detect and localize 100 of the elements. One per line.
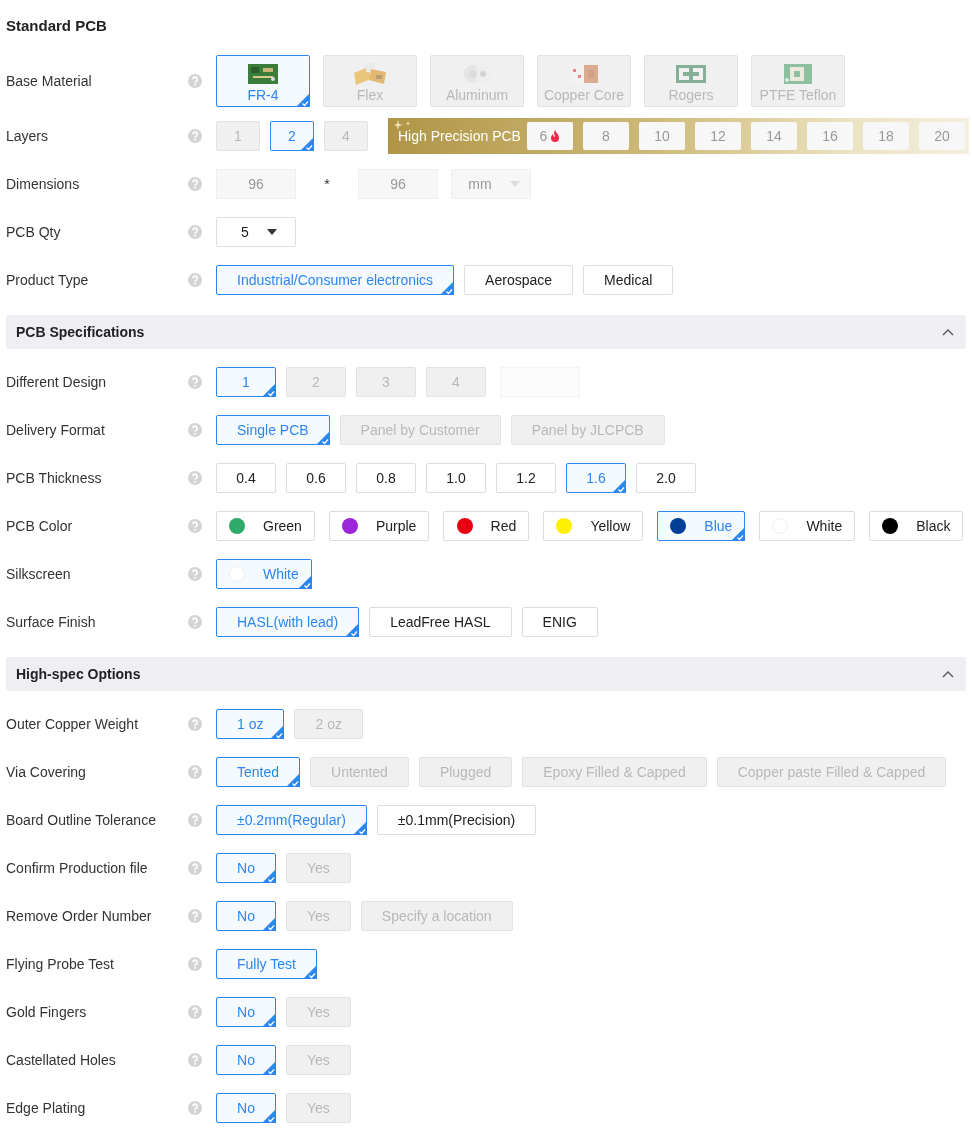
field-label: Surface Finish xyxy=(6,614,97,630)
option-button[interactable]: Single PCB xyxy=(216,415,330,445)
check-corner-icon xyxy=(612,479,626,493)
field-label: Layers xyxy=(6,128,50,144)
check-corner-icon xyxy=(262,869,276,883)
field-label: Via Covering xyxy=(6,764,87,780)
section-title: High-spec Options xyxy=(16,666,141,682)
option-button[interactable]: 0.8 xyxy=(356,463,416,493)
field-label: PCB Color xyxy=(6,518,74,534)
option-button[interactable]: Industrial/Consumer electronics xyxy=(216,265,455,295)
check-corner-icon xyxy=(352,821,367,835)
option-button[interactable]: White xyxy=(216,559,312,589)
check-corner-icon xyxy=(731,527,746,541)
field-label: Outer Copper Weight xyxy=(6,716,140,732)
option-button[interactable]: ENIG xyxy=(521,607,598,637)
option-button[interactable]: ±0.2mm(Regular) xyxy=(216,805,367,835)
option-button[interactable]: No xyxy=(216,1093,276,1123)
check-corner-icon xyxy=(315,431,330,445)
help-icon[interactable] xyxy=(188,1101,202,1115)
section-header[interactable]: High-spec Options xyxy=(6,657,966,691)
caret-icon xyxy=(509,181,520,187)
option-button[interactable]: No xyxy=(216,853,276,883)
times-sign: * xyxy=(323,176,331,192)
field-label: Confirm Production file xyxy=(6,860,149,876)
help-icon[interactable] xyxy=(188,957,202,971)
option-button[interactable]: Purple xyxy=(328,511,430,541)
check-corner-icon xyxy=(270,725,285,739)
help-icon[interactable] xyxy=(188,813,202,827)
help-icon[interactable] xyxy=(188,861,202,875)
help-icon[interactable] xyxy=(188,1053,202,1067)
check-corner-icon xyxy=(296,93,310,107)
help-icon[interactable] xyxy=(188,74,202,88)
help-icon[interactable] xyxy=(188,177,202,191)
check-corner-icon xyxy=(262,383,276,397)
option-button[interactable]: No xyxy=(216,997,276,1027)
check-corner-icon xyxy=(262,1013,276,1027)
page-title: Standard PCB xyxy=(6,16,107,34)
field-label: Product Type xyxy=(6,272,90,288)
help-icon[interactable] xyxy=(188,129,202,143)
field-label: Castellated Holes xyxy=(6,1052,117,1068)
help-icon[interactable] xyxy=(188,567,202,581)
option-button[interactable]: ±0.1mm(Precision) xyxy=(376,805,537,835)
option-button[interactable]: HASL(with lead) xyxy=(216,607,360,637)
help-icon[interactable] xyxy=(188,375,202,389)
option-button[interactable]: Medical xyxy=(583,265,674,295)
check-corner-icon xyxy=(262,1061,276,1075)
help-icon[interactable] xyxy=(188,1005,202,1019)
section-title: PCB Specifications xyxy=(16,324,145,340)
option-button[interactable]: 1.0 xyxy=(426,463,486,493)
help-icon[interactable] xyxy=(188,519,202,533)
field-label: Dimensions xyxy=(6,176,81,192)
option-button[interactable]: 1 oz xyxy=(216,709,285,739)
option-button[interactable]: 0.4 xyxy=(216,463,276,493)
help-icon[interactable] xyxy=(188,615,202,629)
option-button[interactable]: Aerospace xyxy=(464,265,574,295)
check-corner-icon xyxy=(297,575,312,589)
help-icon[interactable] xyxy=(188,471,202,485)
help-icon[interactable] xyxy=(188,423,202,437)
option-button[interactable]: FR-4 xyxy=(216,55,310,107)
field-label: PCB Thickness xyxy=(6,470,103,486)
help-icon[interactable] xyxy=(188,717,202,731)
caret-icon xyxy=(266,229,277,235)
option-button[interactable]: Black xyxy=(869,511,964,541)
option-button[interactable]: 2 xyxy=(270,121,314,151)
check-corner-icon xyxy=(262,917,276,931)
check-corner-icon xyxy=(345,623,360,637)
option-button[interactable]: 1 xyxy=(216,367,276,397)
option-button[interactable]: Tented xyxy=(216,757,301,787)
field-label: Silkscreen xyxy=(6,566,72,582)
option-button[interactable]: No xyxy=(216,1045,276,1075)
option-button[interactable]: 1.6 xyxy=(566,463,626,493)
field-label: Gold Fingers xyxy=(6,1004,88,1020)
help-icon[interactable] xyxy=(188,273,202,287)
help-icon[interactable] xyxy=(188,765,202,779)
option-button[interactable]: Red xyxy=(443,511,530,541)
field-label: Base Material xyxy=(6,73,93,89)
option-button[interactable]: White xyxy=(759,511,856,541)
option-button[interactable]: Fully Test xyxy=(216,949,317,979)
field-label: Flying Probe Test xyxy=(6,956,115,972)
section-header[interactable]: PCB Specifications xyxy=(6,315,966,349)
option-button[interactable]: No xyxy=(216,901,276,931)
field-label: Different Design xyxy=(6,374,108,390)
help-icon[interactable] xyxy=(188,225,202,239)
option-button[interactable]: LeadFree HASL xyxy=(369,607,512,637)
option-button[interactable]: 2.0 xyxy=(636,463,696,493)
option-button[interactable]: Green xyxy=(216,511,315,541)
check-corner-icon xyxy=(440,281,455,295)
field-label: Board Outline Tolerance xyxy=(6,812,157,828)
option-button[interactable]: Blue xyxy=(657,511,746,541)
option-button[interactable]: Yellow xyxy=(543,511,644,541)
chevron-up-icon xyxy=(942,328,954,336)
option-button[interactable]: 0.6 xyxy=(286,463,346,493)
quantity-select[interactable]: 5 xyxy=(216,217,296,247)
option-button[interactable]: 1.2 xyxy=(496,463,556,493)
field-label: Remove Order Number xyxy=(6,908,153,924)
field-label: PCB Qty xyxy=(6,224,62,240)
field-label: Edge Plating xyxy=(6,1100,87,1116)
check-corner-icon xyxy=(302,965,317,979)
field-label: Delivery Format xyxy=(6,422,106,438)
help-icon[interactable] xyxy=(188,909,202,923)
